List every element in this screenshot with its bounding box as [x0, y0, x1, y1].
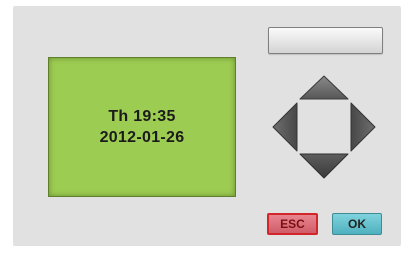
arrow-right-icon[interactable] — [350, 102, 376, 152]
arrow-down-icon[interactable] — [299, 153, 349, 179]
lcd-line-date: 2012-01-26 — [99, 129, 185, 146]
ok-button[interactable]: OK — [332, 213, 382, 235]
lcd-line-day-time: Th 19:35 — [108, 108, 176, 125]
direction-pad — [272, 75, 376, 179]
arrow-left-icon[interactable] — [272, 102, 298, 152]
blank-function-key[interactable] — [268, 27, 383, 54]
arrow-up-icon[interactable] — [299, 75, 349, 100]
lcd-display: Th 19:35 2012-01-26 — [48, 57, 236, 197]
esc-button[interactable]: ESC — [267, 213, 318, 235]
